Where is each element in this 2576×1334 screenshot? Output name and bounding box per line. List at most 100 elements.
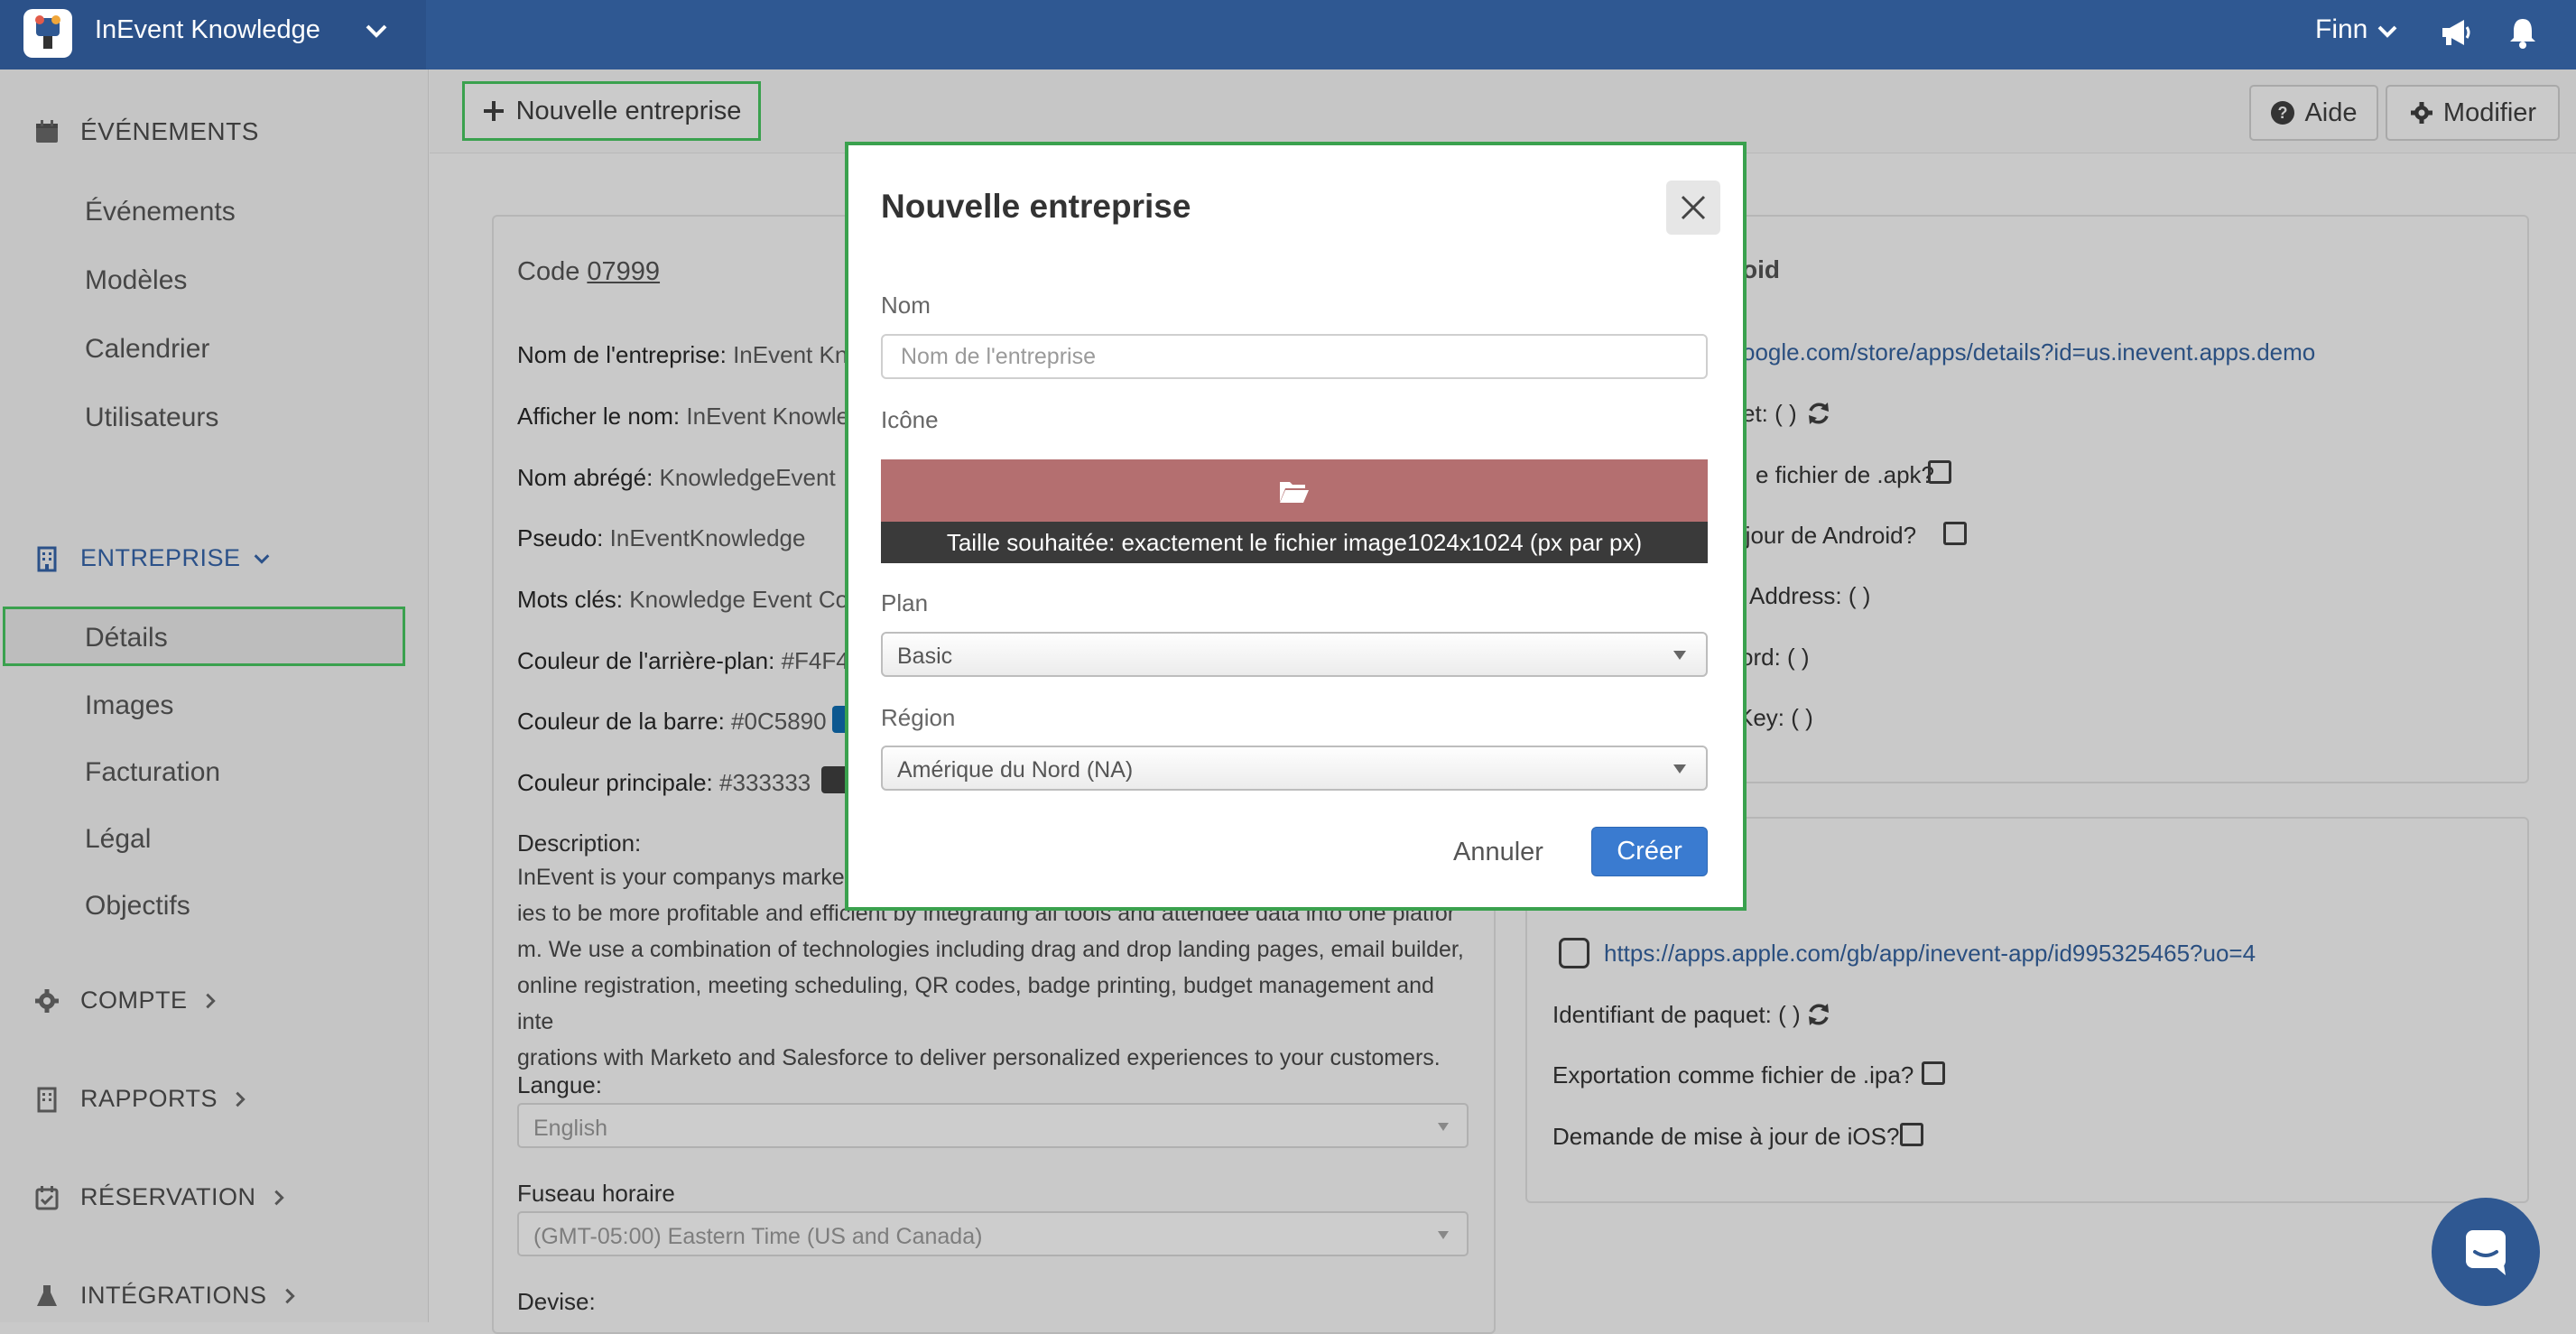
sidebar-item-billing[interactable]: Facturation — [85, 757, 220, 788]
plan-label: Plan — [881, 589, 929, 616]
display-name-row: Afficher le nom: InEvent Knowle — [517, 403, 850, 430]
short-name-row: Nom abrégé: KnowledgeEvent — [517, 464, 836, 491]
chevron-right-icon — [273, 1190, 284, 1205]
ios-store-checkbox[interactable] — [1559, 938, 1589, 968]
chevron-down-icon[interactable] — [2374, 18, 2401, 45]
sidebar-section-label: ENTREPRISE — [80, 544, 241, 571]
close-icon — [1681, 195, 1706, 220]
sidebar-section-account[interactable]: COMPTE — [33, 987, 220, 1014]
company-code-link[interactable]: 07999 — [587, 257, 660, 286]
ios-update-label: Demande de mise à jour de iOS? — [1552, 1123, 1900, 1150]
icon-upload-button[interactable] — [881, 459, 1708, 522]
chat-launcher-button[interactable] — [2432, 1198, 2540, 1306]
sidebar-item-legal[interactable]: Légal — [85, 824, 151, 855]
region-select[interactable]: Amérique du Nord (NA) — [881, 746, 1708, 791]
timezone-select[interactable]: (GMT-05:00) Eastern Time (US and Canada) — [517, 1211, 1469, 1256]
sidebar-item-goals[interactable]: Objectifs — [85, 891, 190, 922]
bar-color-row: Couleur de la barre: #0C5890 — [517, 708, 827, 735]
bar-color-swatch — [832, 706, 845, 733]
android-update-checkbox[interactable] — [1943, 522, 1967, 545]
icon-size-hint: Taille souhaitée: exactement le fichier … — [881, 522, 1708, 563]
language-select[interactable]: English — [517, 1103, 1469, 1148]
main-color-swatch — [821, 766, 845, 793]
sidebar-section-integrations[interactable]: INTÉGRATIONS — [33, 1282, 300, 1310]
user-menu[interactable]: Finn — [2315, 14, 2368, 45]
cancel-button[interactable]: Annuler — [1453, 829, 1543, 875]
building-icon — [37, 1087, 57, 1112]
sidebar-section-label: COMPTE — [80, 987, 188, 1014]
language-label: Langue: — [517, 1071, 602, 1098]
keywords-row: Mots clés: Knowledge Event Cor — [517, 586, 857, 613]
currency-label: Devise: — [517, 1288, 596, 1315]
refresh-icon[interactable] — [1805, 1001, 1832, 1028]
sidebar-item-details[interactable]: Détails — [85, 623, 168, 653]
android-key-label: Key: ( ) — [1737, 704, 1813, 731]
sidebar-section-label: ÉVÉNEMENTS — [80, 117, 259, 145]
region-label: Région — [881, 704, 956, 731]
plus-icon — [483, 101, 504, 121]
company-name-row: Nom de l'entreprise: InEvent Kno — [517, 341, 861, 368]
sidebar-section-reservation[interactable]: RÉSERVATION — [33, 1183, 289, 1211]
create-button[interactable]: Créer — [1591, 827, 1708, 876]
edit-button[interactable]: Modifier — [2386, 85, 2560, 141]
android-panel-title: oid — [1742, 255, 1780, 283]
nickname-row: Pseudo: InEventKnowledge — [517, 524, 806, 551]
sidebar-item-models[interactable]: Modèles — [85, 265, 187, 296]
gear-icon — [2410, 102, 2432, 124]
chevron-down-icon[interactable] — [361, 16, 392, 47]
calendar-check-icon — [35, 1185, 59, 1209]
app-title: InEvent Knowledge — [95, 15, 320, 44]
sidebar-section-label: INTÉGRATIONS — [80, 1282, 267, 1309]
sidebar-section-label: RÉSERVATION — [80, 1183, 256, 1210]
building-icon — [37, 546, 57, 571]
icon-label: Icône — [881, 406, 939, 433]
company-name-input[interactable] — [881, 334, 1708, 379]
plan-select[interactable]: Basic — [881, 632, 1708, 677]
chat-icon — [2466, 1230, 2506, 1275]
android-password-label: ord: ( ) — [1740, 644, 1810, 671]
ios-package-label: Identifiant de paquet: ( ) — [1552, 1001, 1801, 1028]
chevron-right-icon — [236, 1091, 246, 1107]
sidebar-section-events[interactable]: ÉVÉNEMENTS — [33, 117, 259, 146]
sidebar-item-images[interactable]: Images — [85, 690, 173, 721]
android-store-link[interactable]: oogle.com/store/apps/details?id=us.ineve… — [1742, 338, 2315, 366]
help-button[interactable]: ? Aide — [2249, 85, 2378, 141]
bell-icon[interactable] — [2505, 14, 2541, 51]
chevron-down-icon — [254, 553, 269, 564]
sidebar-item-calendar[interactable]: Calendrier — [85, 334, 209, 365]
app-logo-icon — [23, 9, 72, 58]
question-circle-icon: ? — [2271, 101, 2295, 125]
sidebar-section-label: RAPPORTS — [80, 1085, 218, 1112]
folder-open-icon — [1280, 481, 1309, 503]
sidebar-item-details-active[interactable] — [3, 607, 405, 666]
calendar-icon — [36, 120, 58, 143]
android-export-label: e fichier de .apk? — [1756, 461, 1935, 488]
refresh-icon[interactable] — [1805, 400, 1832, 427]
sidebar-section-company[interactable]: ENTREPRISE — [33, 544, 272, 572]
ios-update-checkbox[interactable] — [1900, 1123, 1923, 1146]
android-package-label: et: ( ) — [1742, 400, 1797, 427]
ios-store-link[interactable]: https://apps.apple.com/gb/app/inevent-ap… — [1604, 940, 2256, 968]
company-code: Code 07999 — [517, 257, 661, 286]
timezone-label: Fuseau horaire — [517, 1180, 675, 1207]
svg-text:?: ? — [2278, 104, 2288, 122]
android-export-checkbox[interactable] — [1928, 460, 1951, 484]
background-color-row: Couleur de l'arrière-plan: #F4F4 — [517, 647, 849, 674]
gear-icon — [35, 988, 59, 1013]
ios-export-checkbox[interactable] — [1922, 1061, 1945, 1085]
new-company-button[interactable]: Nouvelle entreprise — [462, 81, 761, 141]
android-address-label: Address: ( ) — [1749, 582, 1871, 609]
modal-close-button[interactable] — [1666, 181, 1720, 235]
megaphone-icon[interactable] — [2437, 14, 2473, 51]
sidebar-section-reports[interactable]: RAPPORTS — [33, 1085, 250, 1113]
description-label: Description: — [517, 829, 642, 857]
sidebar-item-events[interactable]: Événements — [85, 197, 236, 227]
android-update-label: à jour de Android? — [1726, 522, 1917, 549]
sidebar: ÉVÉNEMENTS Événements Modèles Calendrier… — [0, 69, 429, 1322]
ios-export-label: Exportation comme fichier de .ipa? — [1552, 1061, 1914, 1089]
name-label: Nom — [881, 292, 931, 319]
main-color-row: Couleur principale: #333333 — [517, 769, 811, 796]
flask-icon — [37, 1284, 57, 1306]
chevron-right-icon — [284, 1288, 295, 1303]
sidebar-item-users[interactable]: Utilisateurs — [85, 403, 218, 433]
